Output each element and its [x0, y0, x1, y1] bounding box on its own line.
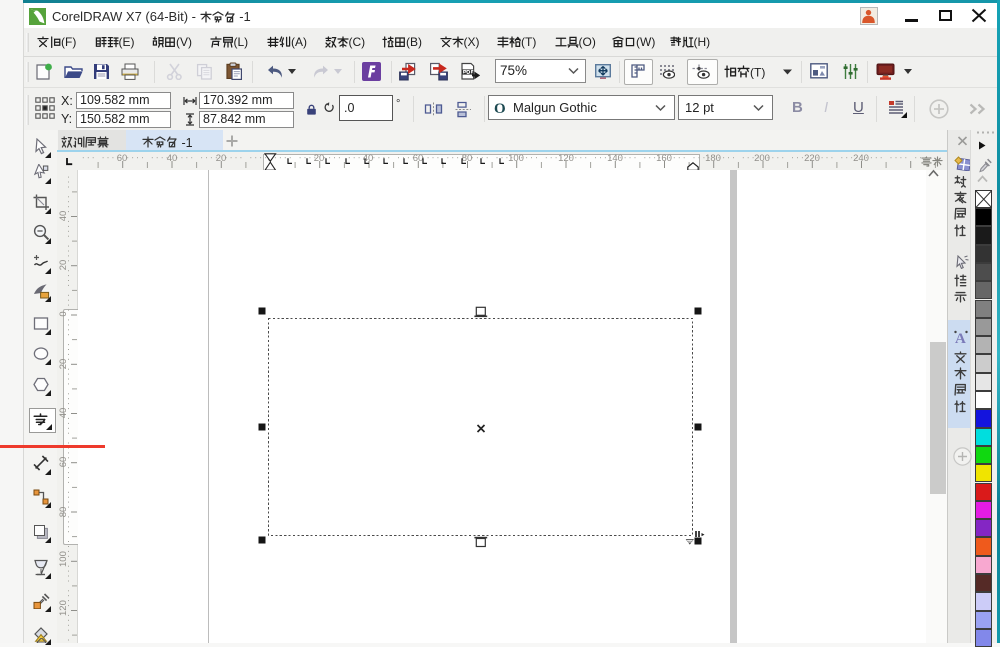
svg-text:A: A [955, 331, 966, 346]
svg-text:O: O [494, 101, 506, 115]
